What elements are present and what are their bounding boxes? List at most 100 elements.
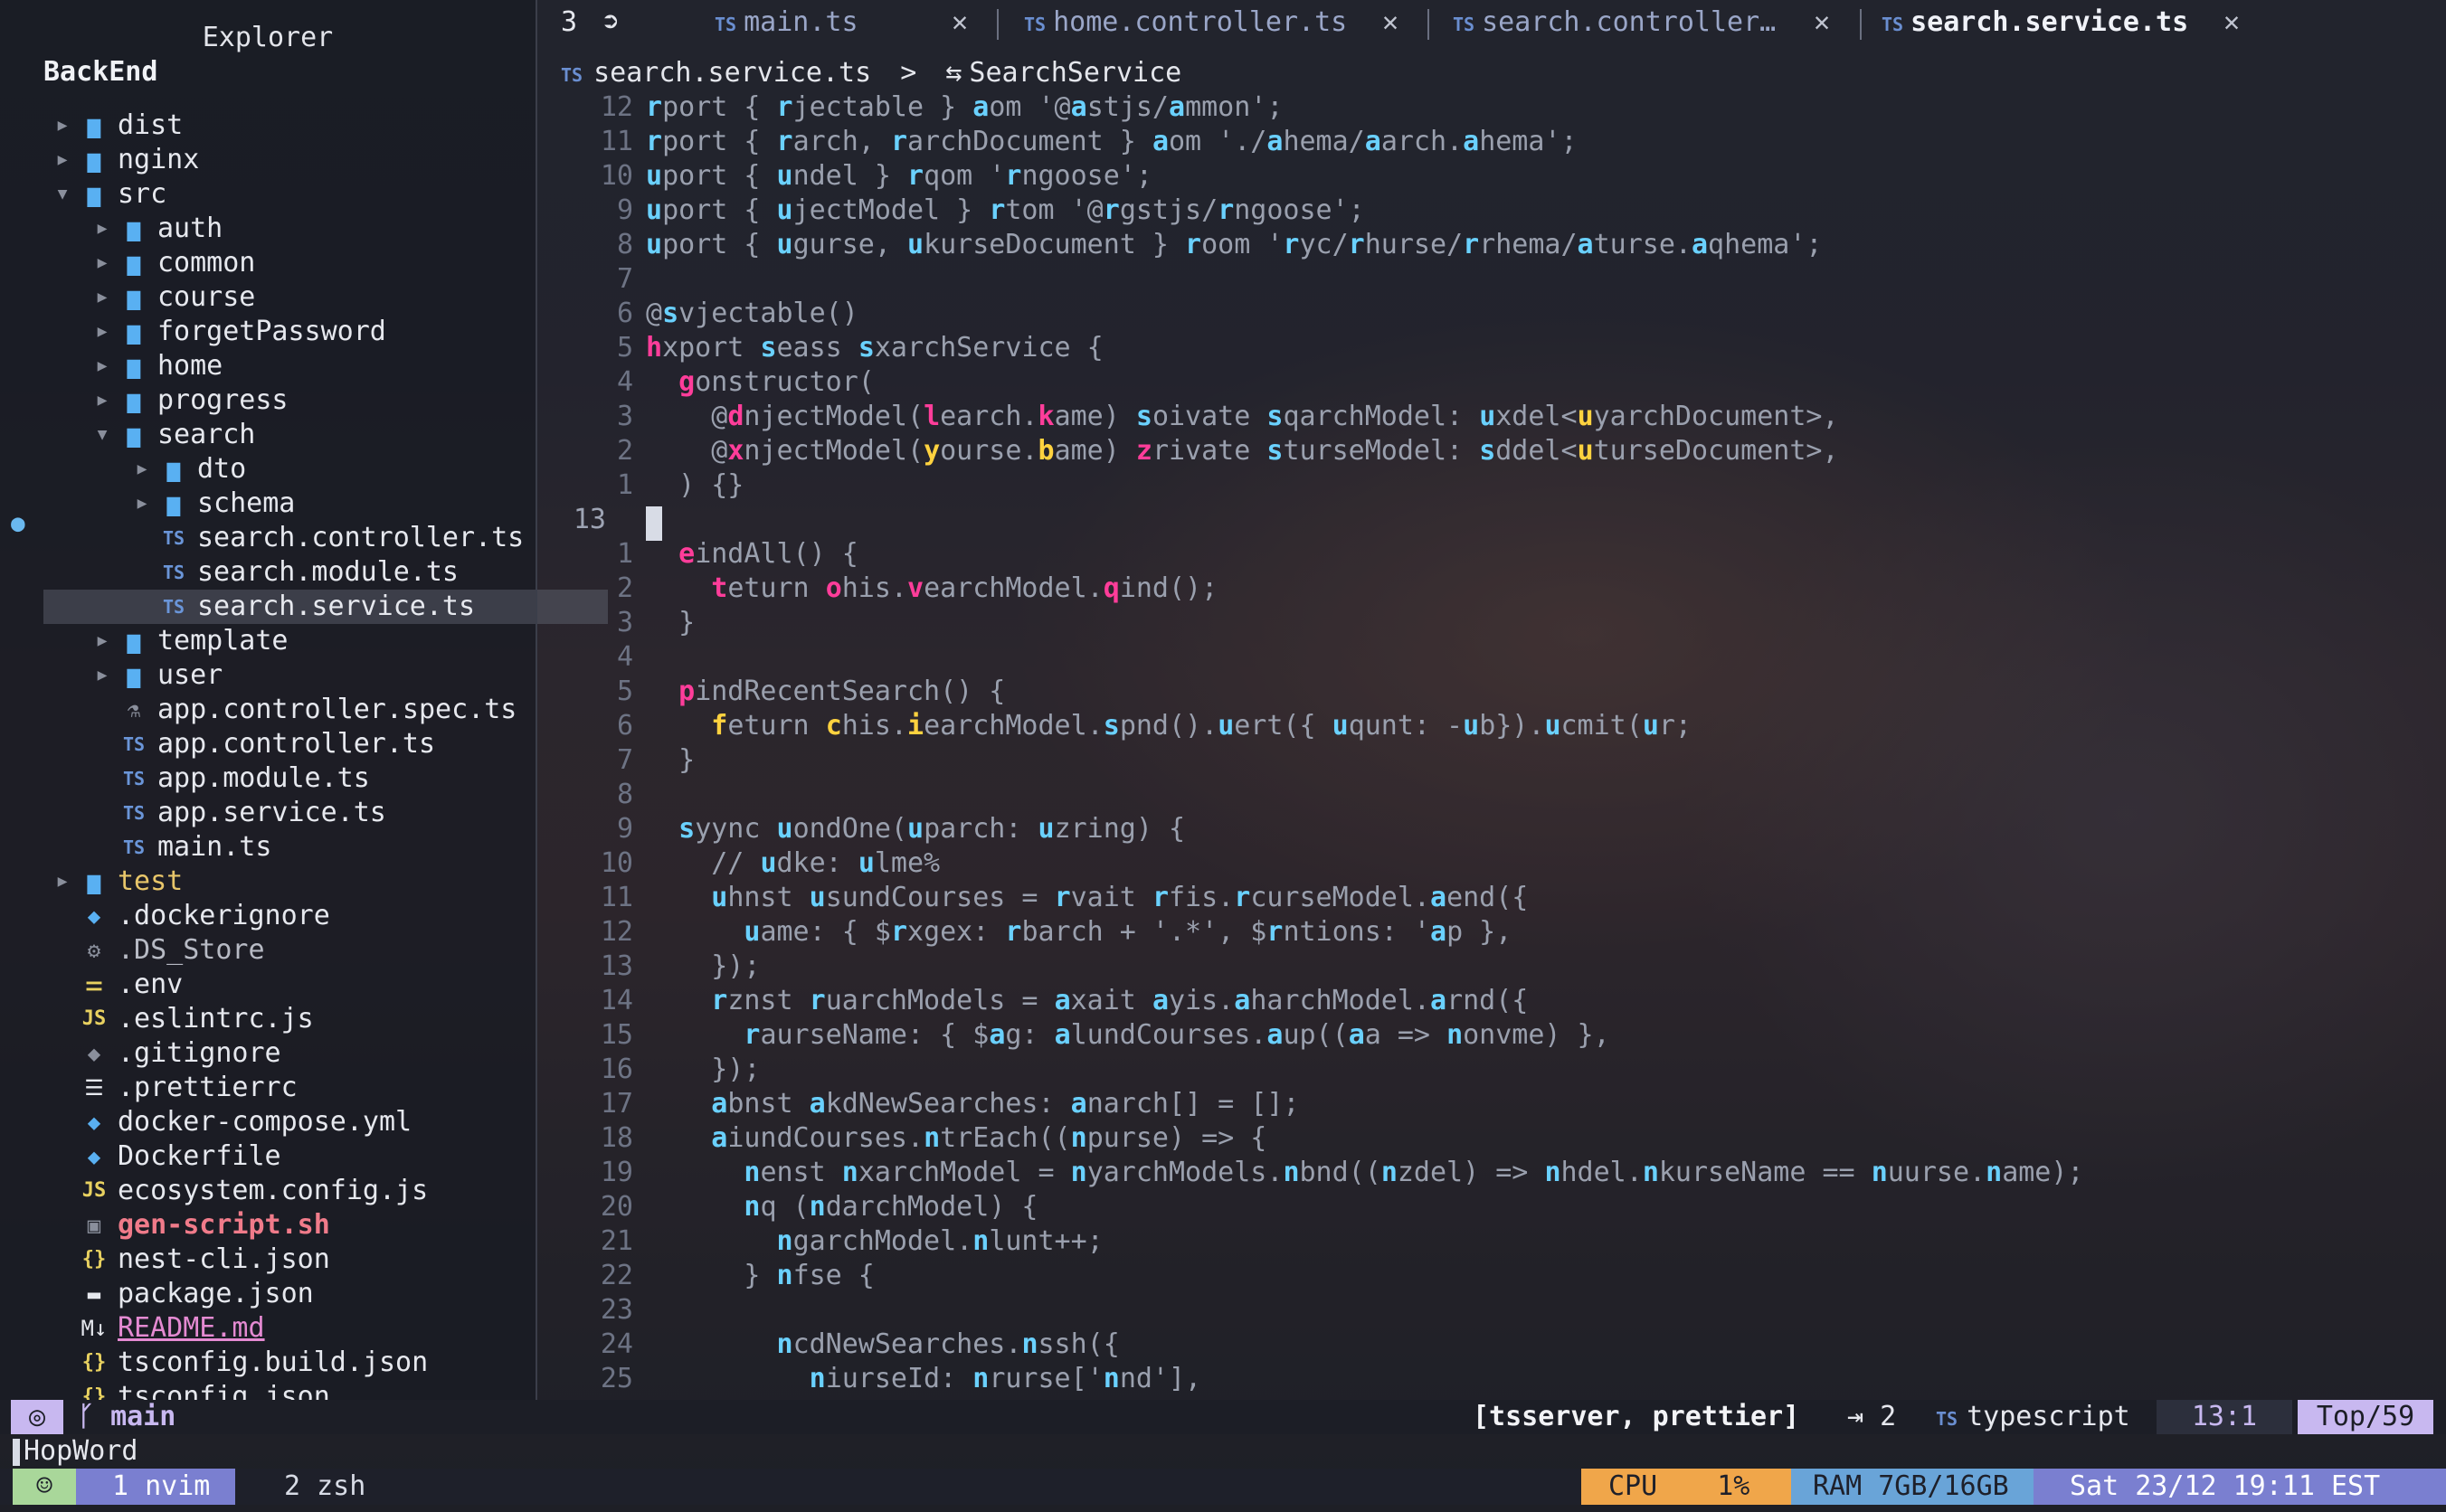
chevron-down-icon[interactable]: ▼ [49,177,76,212]
chevron-right-icon[interactable]: ▶ [89,212,116,246]
chevron-right-icon[interactable]: ▶ [49,143,76,177]
tree-file[interactable]: ⚗ app.controller.spec.ts [89,693,517,727]
chevron-right-icon[interactable]: ▶ [89,624,116,658]
code-line[interactable]: raurseName: { $ag: alundCourses.aup((aa … [646,1018,1609,1053]
code-line[interactable]: rznst ruarchModels = axait ayis.aharchMo… [646,984,1528,1018]
code-line[interactable]: aiundCourses.ntrEach((npurse) => { [646,1121,1266,1156]
tree-folder[interactable]: ▶ ▆ user [89,658,223,693]
project-root-label[interactable]: BackEnd [43,56,157,88]
tree-file[interactable]: ◆ .dockerignore [49,899,330,933]
tree-file[interactable]: TS app.controller.ts [89,727,435,761]
chevron-right-icon[interactable]: ▶ [89,383,116,418]
close-icon[interactable]: ✕ [1382,0,1398,45]
chevron-right-icon[interactable]: ▶ [49,865,76,899]
chevron-right-icon[interactable]: ▶ [89,349,116,383]
tree-file[interactable]: TS search.controller.ts [128,521,524,555]
tree-folder[interactable]: ▶ ▆ forgetPassword [89,315,386,349]
code-line[interactable]: feturn chis.iearchModel.spnd().uert({ uq… [646,709,1692,743]
code-line[interactable]: uport { undel } rqom 'rngoose'; [646,159,1152,194]
code-line[interactable]: }); [646,1053,760,1087]
tree-folder[interactable]: ▼ ▆ search [89,418,256,452]
tree-folder[interactable]: ▶ ▆ auth [89,212,223,246]
breadcrumb-symbol[interactable]: SearchService [969,57,1181,89]
code-line[interactable]: uame: { $rxgex: rbarch + '.*', $rntions:… [646,915,1512,950]
code-line[interactable]: @svjectable() [646,297,858,331]
tree-folder[interactable]: ▶ ▆ course [89,280,256,315]
code-line[interactable]: eindAll() { [646,537,858,572]
code-line[interactable]: rport { rjectable } aom '@astjs/ammon'; [646,90,1283,125]
code-line[interactable]: }); [646,950,760,984]
tree-folder[interactable]: ▶ ▆ common [89,246,256,280]
tree-folder[interactable]: ▼ ▆ src [49,177,167,212]
code-line[interactable]: } [646,606,695,640]
code-line[interactable]: rport { rarch, rarchDocument } aom './ah… [646,125,1578,159]
tree-file[interactable]: M↓ README.md [49,1311,265,1346]
tree-file[interactable]: ◆ Dockerfile [49,1139,281,1174]
tree-file[interactable]: ⚌ .env [49,968,183,1002]
tree-folder[interactable]: ▶ ▆ test [49,865,184,899]
chevron-right-icon[interactable]: ▶ [89,280,116,315]
breadcrumb-file[interactable]: search.service.ts [593,57,871,89]
lightbulb-icon[interactable]: ● [11,510,25,537]
back-circle-icon[interactable]: ➲ [602,6,619,38]
file-explorer[interactable]: Explorer BackEnd ▶ ▆ dist ▶ ▆ nginx ▼ ▆ src ▶ ▆ aut… [0,0,608,1413]
code-line[interactable]: nenst nxarchModel = nyarchModels.nbnd((n… [646,1156,2083,1190]
tree-folder[interactable]: ▶ ▆ template [89,624,289,658]
code-line[interactable]: niurseId: nrurse['nnd'], [646,1362,1202,1396]
buffer-tab[interactable]: TS main.ts [715,0,858,45]
tree-file[interactable]: ☰ .prettierrc [49,1071,297,1105]
code-line[interactable]: nq (ndarchModel) { [646,1190,1038,1224]
buffer-tab[interactable]: TS search.service.ts [1882,0,2188,45]
buffer-tab[interactable]: TS home.controller.ts [1024,0,1347,45]
code-line[interactable]: uport { ugurse, ukurseDocument } room 'r… [646,228,1822,262]
code-line[interactable]: syync uondOne(uparch: uzring) { [646,812,1185,846]
code-line[interactable]: hxport seass sxarchService { [646,331,1104,365]
tree-folder[interactable]: ▶ ▆ home [89,349,223,383]
code-line[interactable]: ncdNewSearches.nssh({ [646,1328,1120,1362]
tree-folder[interactable]: ▶ ▆ schema [128,487,296,521]
tree-file[interactable]: ▬ package.json [49,1277,314,1311]
tree-file[interactable]: ⚙ .DS_Store [49,933,265,968]
command-line[interactable]: HopWord [0,1434,2446,1469]
code-line[interactable]: ngarchModel.nlunt++; [646,1224,1104,1259]
tree-file[interactable]: ◆ .gitignore [49,1036,281,1071]
code-line[interactable]: uport { ujectModel } rtom '@rgstjs/rngoo… [646,194,1365,228]
close-icon[interactable]: ✕ [952,0,968,45]
chevron-down-icon[interactable]: ▼ [89,418,116,452]
tree-file[interactable]: ▣ gen-script.sh [49,1208,330,1243]
tmux-window-nvim[interactable]: 1 nvim [76,1469,235,1505]
tree-folder[interactable]: ▶ ▆ nginx [49,143,200,177]
chevron-right-icon[interactable]: ▶ [89,658,116,693]
code-line[interactable]: // udke: ulme% [646,846,940,881]
tmux-window-zsh[interactable]: 2 zsh [251,1469,432,1505]
tree-file[interactable]: JS ecosystem.config.js [49,1174,428,1208]
code-line[interactable]: abnst akdNewSearches: anarch[] = []; [646,1087,1299,1121]
code-line[interactable]: teturn ohis.vearchModel.qind(); [646,572,1218,606]
tree-file[interactable]: ◆ docker-compose.yml [49,1105,412,1139]
code-line[interactable]: ) {} [646,468,744,503]
tree-file[interactable]: {} tsconfig.build.json [49,1346,428,1380]
buffer-tab[interactable]: TS search.controller… [1453,0,1776,45]
chevron-right-icon[interactable]: ▶ [89,315,116,349]
tree-file[interactable]: TS app.module.ts [89,761,370,796]
tree-file[interactable]: TS search.service.ts [43,590,608,624]
tree-folder[interactable]: ▶ ▆ dist [49,109,184,143]
code-line[interactable]: pindRecentSearch() { [646,675,1005,709]
code-line[interactable]: @xnjectModel(yourse.bame) zrivate sturse… [646,434,1838,468]
tree-folder[interactable]: ▶ ▆ dto [128,452,247,487]
code-line[interactable]: } nfse { [646,1259,875,1293]
code-line[interactable]: } [646,743,695,778]
code-line[interactable]: gonstructor( [646,365,875,400]
tree-file[interactable]: TS search.module.ts [128,555,459,590]
chevron-right-icon[interactable]: ▶ [89,246,116,280]
code-line[interactable]: @dnjectModel(learch.kame) soivate sqarch… [646,400,1838,434]
code-line[interactable]: uhnst usundCourses = rvait rfis.rcurseMo… [646,881,1528,915]
chevron-right-icon[interactable]: ▶ [128,452,156,487]
close-icon[interactable]: ✕ [2223,0,2240,45]
close-icon[interactable]: ✕ [1814,0,1830,45]
tree-file[interactable]: {} nest-cli.json [49,1243,330,1277]
tree-file[interactable]: JS .eslintrc.js [49,1002,314,1036]
chevron-right-icon[interactable]: ▶ [128,487,156,521]
tree-file[interactable]: TS main.ts [89,830,271,865]
git-branch[interactable]: ᚴ main [78,1400,175,1434]
